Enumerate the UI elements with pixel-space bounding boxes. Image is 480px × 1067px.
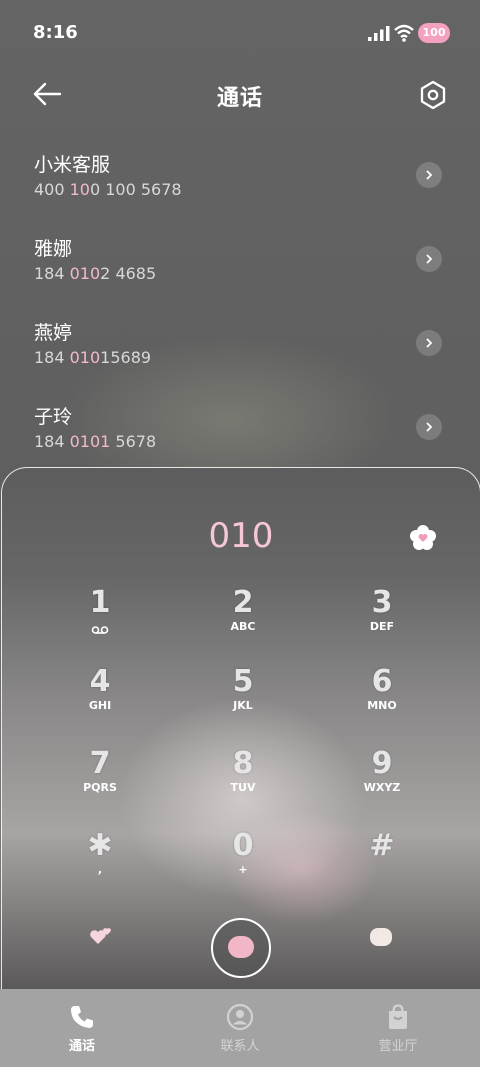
page-title: 通话 <box>216 86 263 111</box>
contact-row[interactable]: 雅娜 184 0102 4685 <box>0 224 480 308</box>
contact-row[interactable]: 小米客服 400 100 100 5678 <box>0 140 480 224</box>
voicemail-icon <box>91 626 109 634</box>
chevron-right-icon <box>426 170 433 180</box>
settings-hexagon-icon[interactable] <box>416 78 450 112</box>
status-time: 8:16 <box>33 22 78 43</box>
pig-face-icon <box>228 936 254 958</box>
contact-row[interactable]: 燕婷 184 01015689 <box>0 308 480 392</box>
signal-icon <box>368 26 390 41</box>
phone-icon <box>71 1006 93 1028</box>
flower-sticker-icon[interactable] <box>408 523 438 553</box>
dialer-panel: 010 1 2 ABC 3 DEF 4 GHI 5 JKL 6 MNO 7 PQ… <box>1 467 480 990</box>
dial-key-9[interactable]: 9 WXYZ <box>337 747 427 807</box>
chevron-right-icon <box>426 338 433 348</box>
bottom-tab-bar: 通话 联系人 营业厅 <box>0 989 480 1067</box>
contact-detail-button[interactable] <box>416 162 442 188</box>
status-bar: 8:16 100 <box>0 0 480 66</box>
person-icon <box>226 1003 254 1031</box>
hearts-sticker-icon[interactable] <box>89 924 113 946</box>
dial-key-star[interactable]: ✱ , <box>55 829 145 889</box>
dial-key-4[interactable]: 4 GHI <box>55 665 145 725</box>
call-button[interactable] <box>211 918 271 978</box>
contact-number: 400 100 100 5678 <box>34 180 182 199</box>
chevron-right-icon <box>426 422 433 432</box>
contact-number: 184 0102 4685 <box>34 264 157 283</box>
contact-detail-button[interactable] <box>416 246 442 272</box>
dial-key-1[interactable]: 1 <box>55 586 145 646</box>
contact-number: 184 0101 5678 <box>34 432 157 451</box>
tab-calls[interactable]: 通话 <box>2 989 162 1067</box>
bag-icon <box>389 1004 407 1029</box>
contact-detail-button[interactable] <box>416 330 442 356</box>
app-header: 通话 <box>0 66 480 122</box>
dial-key-7[interactable]: 7 PQRS <box>55 747 145 807</box>
dial-key-hash[interactable]: # <box>337 829 427 889</box>
coin-purse-sticker-icon[interactable] <box>370 928 392 946</box>
contact-name: 燕婷 <box>34 322 73 344</box>
dial-key-8[interactable]: 8 TUV <box>198 747 288 807</box>
contact-name: 子玲 <box>34 406 73 428</box>
wifi-icon <box>394 24 414 42</box>
contact-name: 小米客服 <box>34 154 111 176</box>
chevron-right-icon <box>426 254 433 264</box>
contact-number: 184 01015689 <box>34 348 152 367</box>
tab-service-hall[interactable]: 营业厅 <box>318 989 478 1067</box>
battery-icon: 100 <box>418 23 450 43</box>
dial-key-5[interactable]: 5 JKL <box>198 665 288 725</box>
contact-name: 雅娜 <box>34 238 73 260</box>
contact-row[interactable]: 子玲 184 0101 5678 <box>0 392 480 476</box>
dial-key-3[interactable]: 3 DEF <box>337 586 427 646</box>
contact-detail-button[interactable] <box>416 414 442 440</box>
dial-key-0[interactable]: 0 + <box>198 829 288 889</box>
dial-key-6[interactable]: 6 MNO <box>337 665 427 725</box>
dial-key-2[interactable]: 2 ABC <box>198 586 288 646</box>
tab-contacts[interactable]: 联系人 <box>160 989 320 1067</box>
